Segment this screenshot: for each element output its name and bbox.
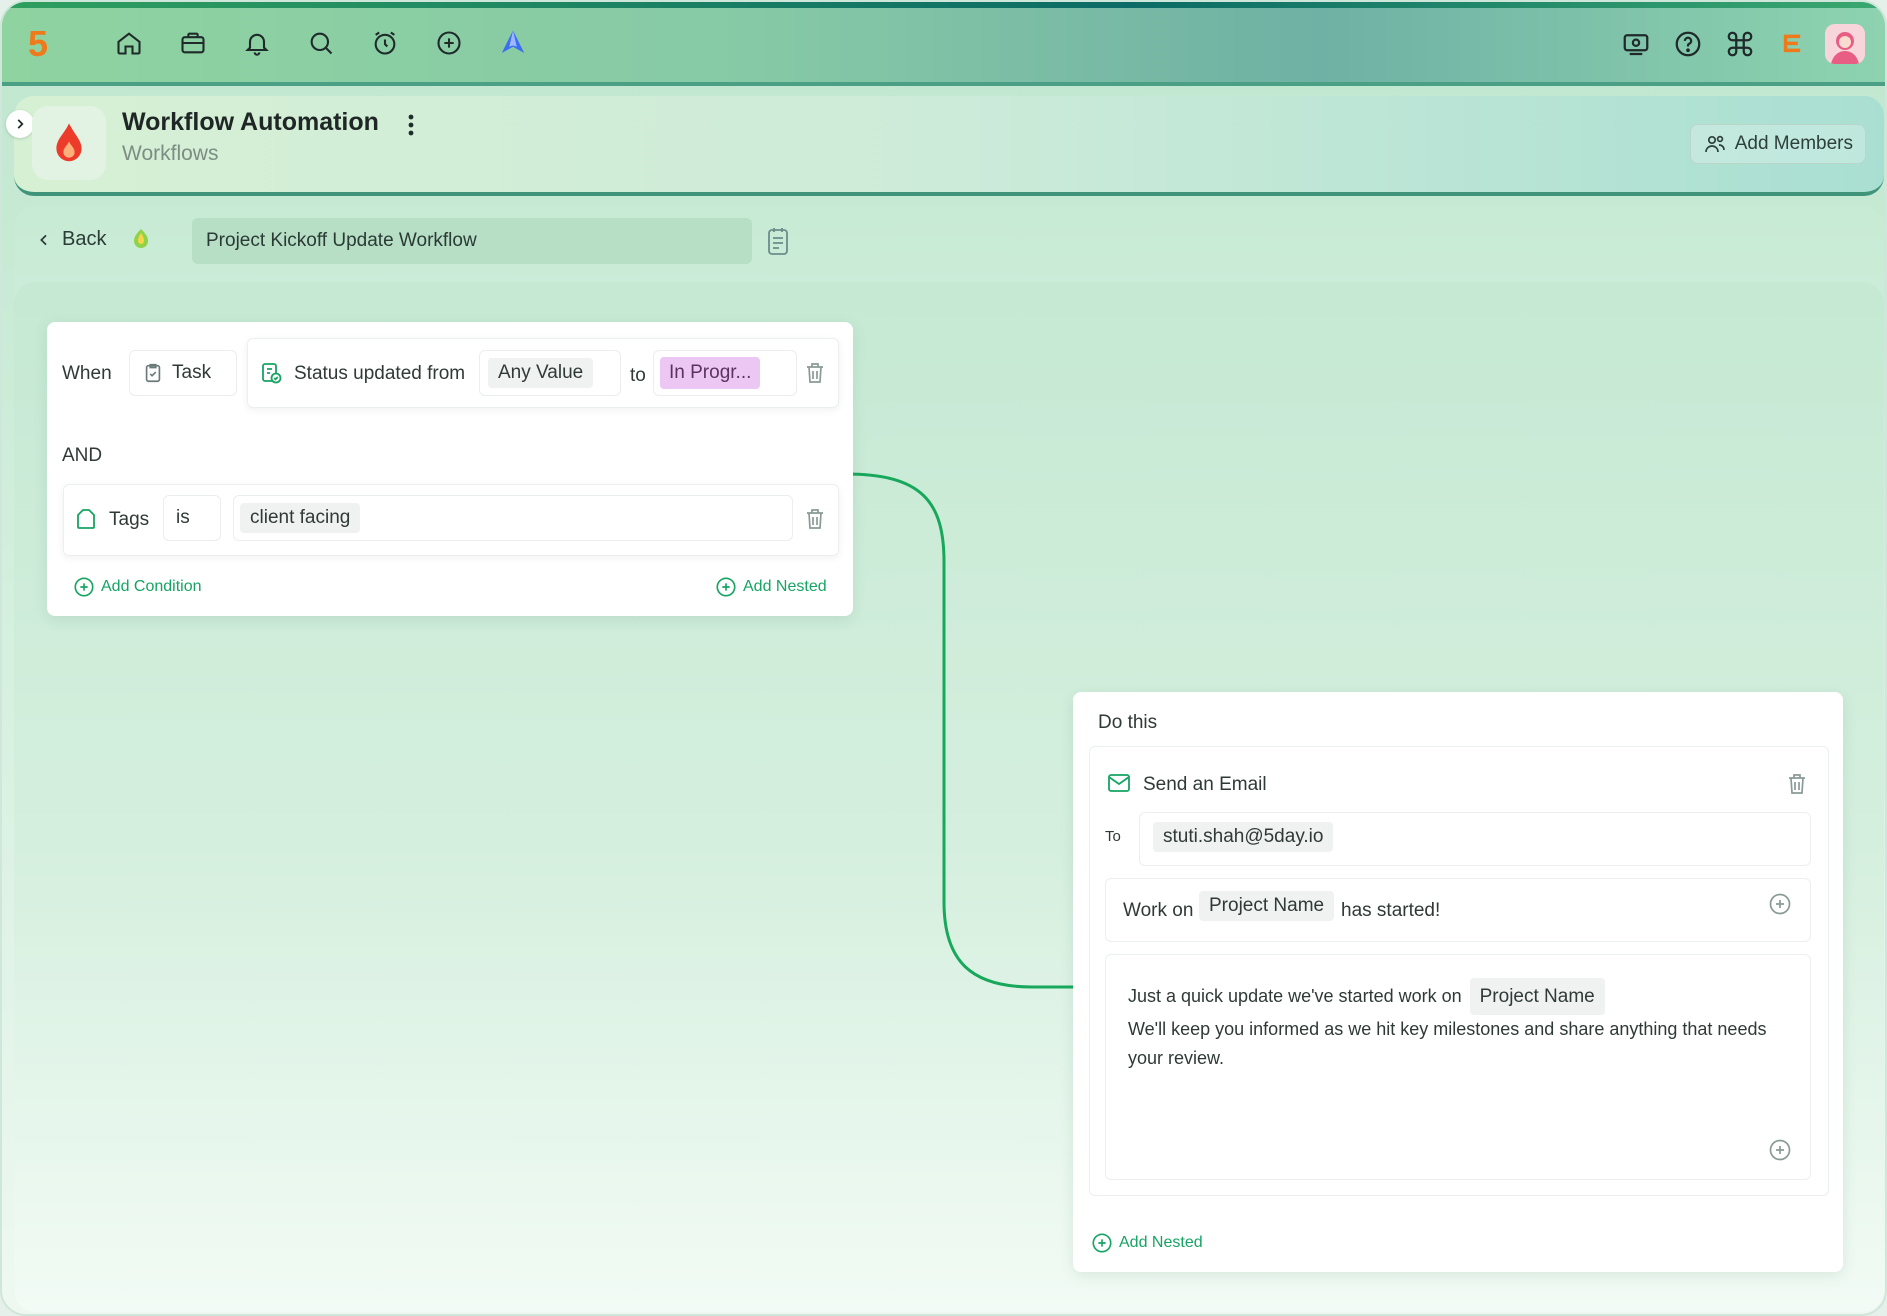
add-nested-button[interactable]: Add Nested bbox=[715, 576, 827, 598]
plus-circle-icon bbox=[74, 577, 94, 597]
subject-prefix: Work on bbox=[1123, 900, 1194, 921]
body-line-3: your review. bbox=[1128, 1048, 1225, 1068]
tag-operator-select[interactable]: is bbox=[163, 495, 221, 541]
action-type-label: Send an Email bbox=[1143, 774, 1267, 795]
to-value: In Progr... bbox=[660, 357, 761, 389]
from-value-select[interactable]: Any Value bbox=[479, 350, 621, 396]
and-label: AND bbox=[62, 445, 103, 466]
action-add-nested-label: Add Nested bbox=[1119, 1234, 1203, 1251]
app-window: 5 Workflow Automation Workflows Add Memb… bbox=[0, 0, 1887, 1316]
action-card: Do this Send an Email To stuti.shah@5day… bbox=[1073, 692, 1843, 1272]
delete-condition-icon[interactable] bbox=[803, 361, 827, 385]
body-prefix: Just a quick update we've started work o… bbox=[1128, 986, 1462, 1006]
clipboard-check-icon bbox=[145, 363, 161, 383]
action-header: Do this bbox=[1098, 712, 1158, 733]
body-line-2: We'll keep you informed as we hit key mi… bbox=[1128, 1019, 1767, 1039]
email-recipient[interactable]: stuti.shah@5day.io bbox=[1153, 822, 1334, 852]
add-condition-label: Add Condition bbox=[101, 578, 202, 595]
tag-field-label: Tags bbox=[109, 509, 150, 530]
trigger-entity-select[interactable]: Task bbox=[129, 350, 237, 396]
subject-suffix: has started! bbox=[1341, 900, 1441, 921]
mail-icon bbox=[1107, 772, 1131, 794]
insert-subject-variable-icon[interactable] bbox=[1768, 892, 1792, 916]
to-value-select[interactable]: In Progr... bbox=[653, 350, 797, 396]
subject-token[interactable]: Project Name bbox=[1199, 891, 1335, 921]
body-token[interactable]: Project Name bbox=[1469, 978, 1605, 1015]
email-to-label: To bbox=[1105, 828, 1121, 845]
email-body-text: Just a quick update we've started work o… bbox=[1128, 978, 1808, 1073]
tag-value: client facing bbox=[240, 503, 361, 533]
body-line-1: Just a quick update we've started work o… bbox=[1128, 978, 1808, 1015]
to-label: to bbox=[630, 365, 646, 386]
plus-circle-icon bbox=[716, 577, 736, 597]
delete-tag-condition-icon[interactable] bbox=[803, 507, 827, 531]
add-nested-label: Add Nested bbox=[743, 578, 827, 595]
add-condition-button[interactable]: Add Condition bbox=[73, 576, 202, 598]
when-label: When bbox=[62, 363, 112, 384]
tag-operator: is bbox=[176, 507, 190, 528]
from-value: Any Value bbox=[488, 358, 594, 388]
tag-icon bbox=[75, 507, 97, 531]
action-add-nested-button[interactable]: Add Nested bbox=[1091, 1232, 1203, 1254]
insert-body-variable-icon[interactable] bbox=[1768, 1138, 1792, 1162]
plus-circle-icon bbox=[1092, 1233, 1112, 1253]
status-change-icon bbox=[259, 350, 289, 396]
delete-action-icon[interactable] bbox=[1785, 772, 1809, 796]
status-condition-text: Status updated from bbox=[294, 363, 466, 384]
trigger-entity-label: Task bbox=[172, 362, 212, 383]
tag-value-select[interactable]: client facing bbox=[233, 495, 793, 541]
trigger-card: When Task Status updated from Any Value … bbox=[47, 322, 853, 616]
